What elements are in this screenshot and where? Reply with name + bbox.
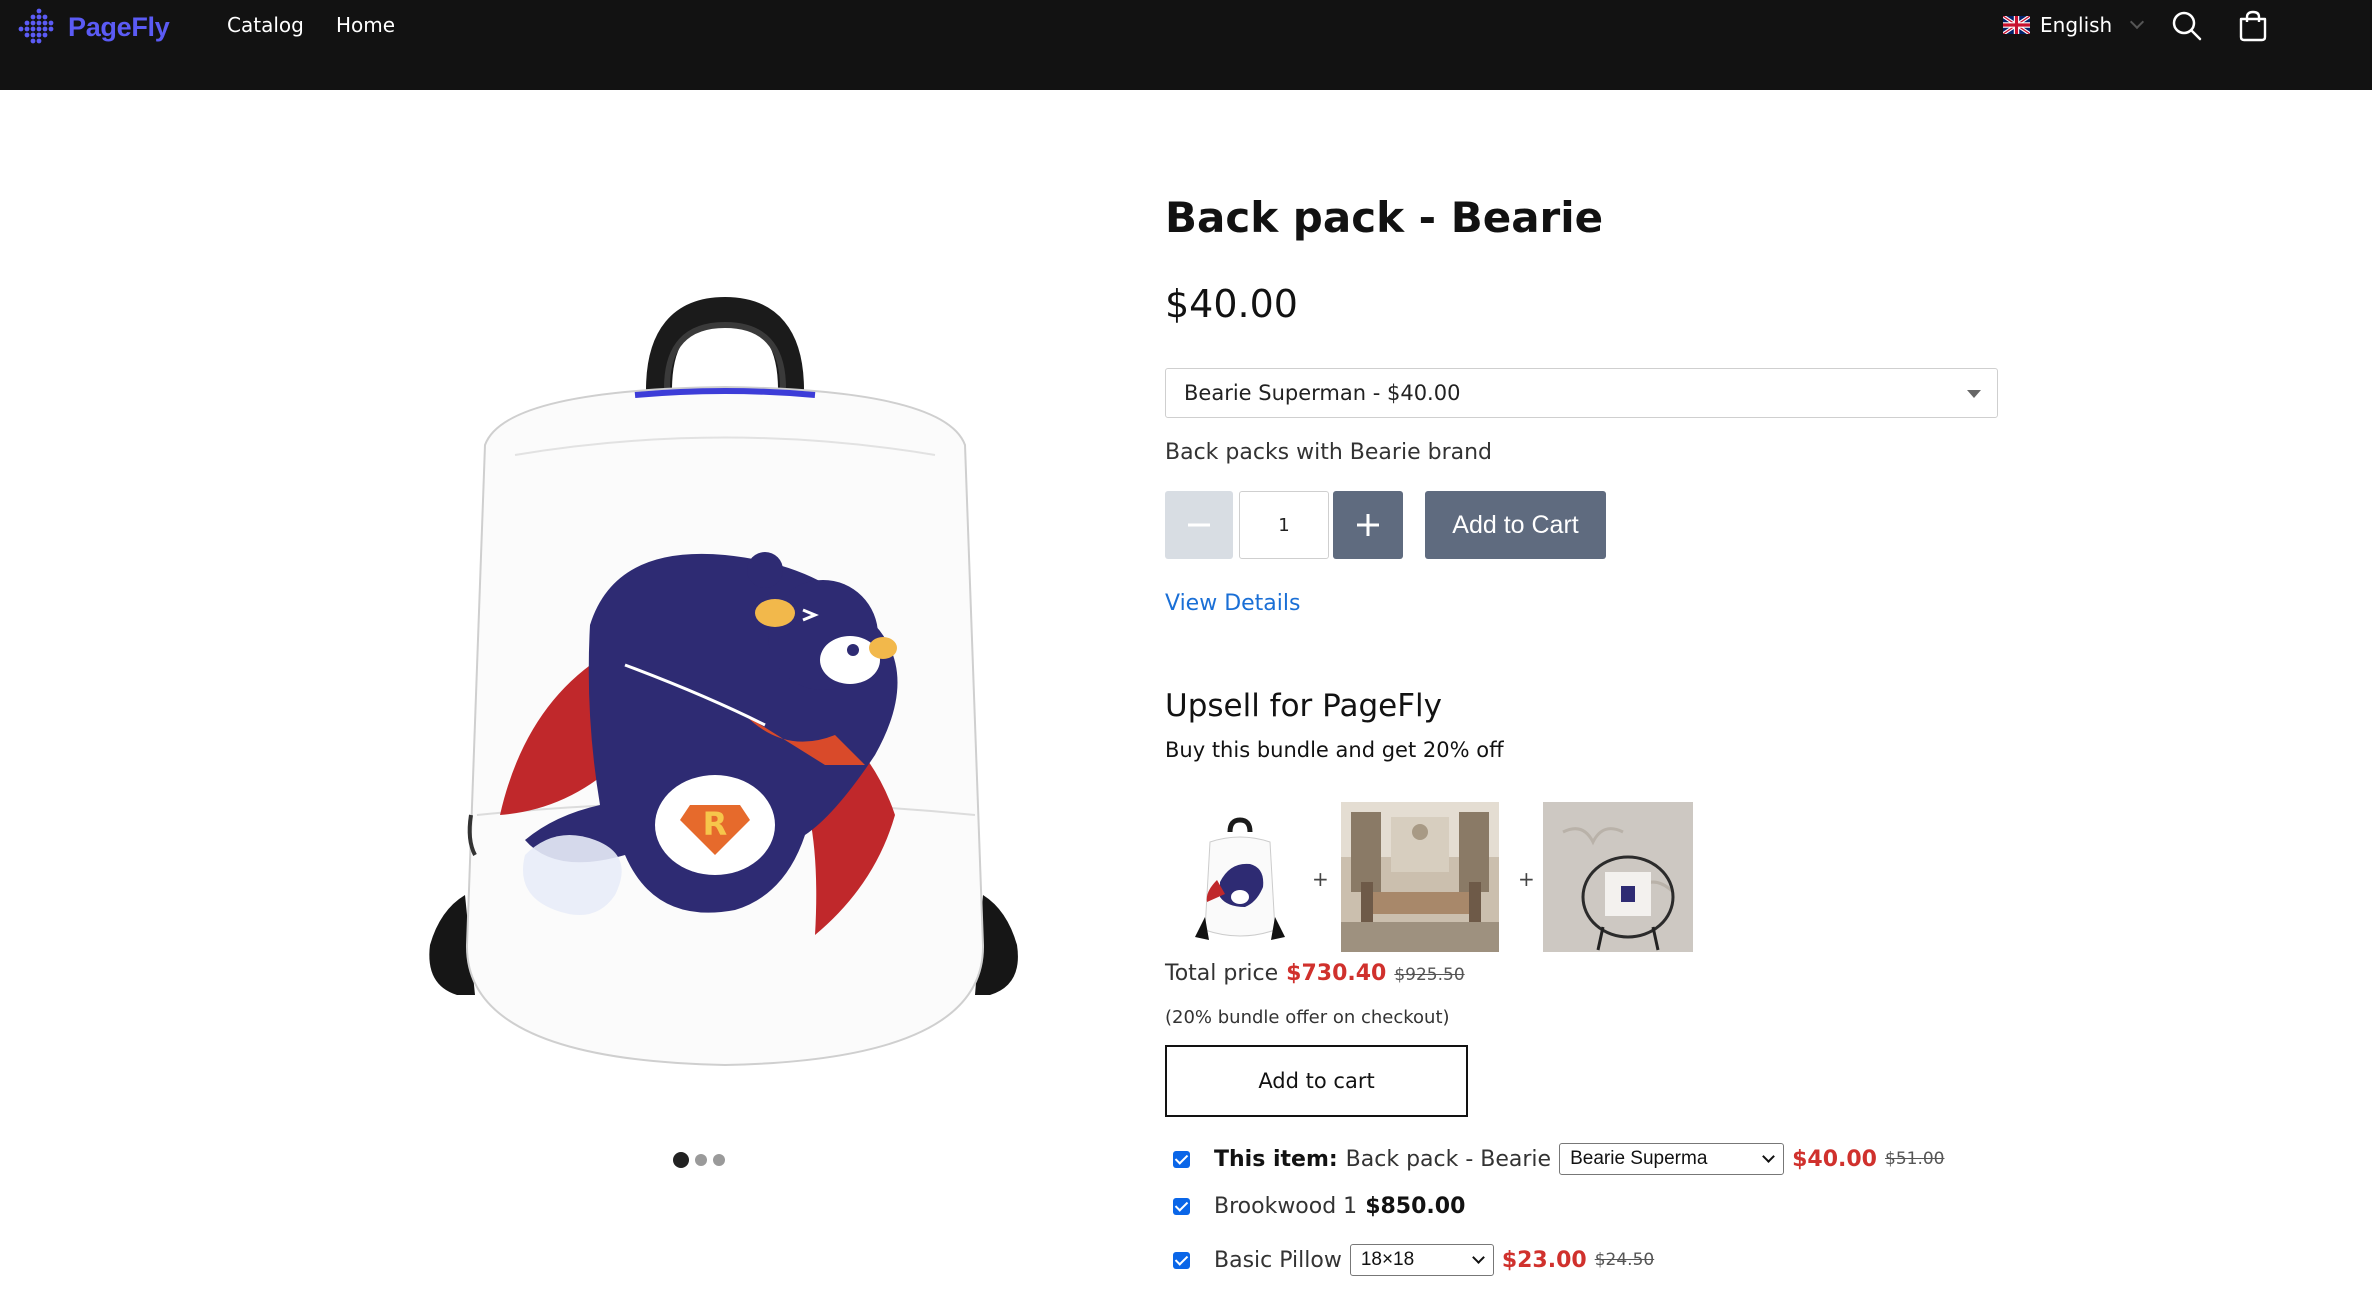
language-label: English	[2040, 13, 2113, 37]
bundle-thumb-backpack[interactable]	[1165, 802, 1315, 952]
bundle-item-option: 18×18	[1360, 1249, 1415, 1270]
cart-icon[interactable]	[2236, 9, 2270, 43]
bundle-item-checkbox[interactable]	[1173, 1251, 1190, 1269]
this-item-prefix: This item:	[1214, 1146, 1338, 1172]
quantity-value: 1	[1278, 514, 1290, 536]
product-price: $40.00	[1165, 282, 1298, 326]
bundle-item-row: Basic Pillow 18×18 $23.00 $24.50	[1173, 1244, 1654, 1276]
svg-text:R: R	[703, 805, 728, 843]
gallery-pagination	[673, 1152, 725, 1168]
bundle-item-name: Back pack - Bearie	[1345, 1146, 1552, 1172]
bundle-item-price: $23.00	[1501, 1247, 1587, 1273]
total-label: Total price	[1165, 961, 1279, 986]
quantity-input[interactable]: 1	[1239, 491, 1329, 559]
upsell-subtitle: Buy this bundle and get 20% off	[1165, 738, 1504, 762]
gallery-dot-3[interactable]	[713, 1154, 725, 1166]
bundle-thumb-dining-room[interactable]	[1341, 802, 1499, 952]
bundle-item-compare-price: $51.00	[1885, 1149, 1945, 1169]
nav-link-home[interactable]: Home	[336, 13, 395, 37]
bundle-item-checkbox[interactable]	[1173, 1150, 1190, 1168]
bundle-total: Total price $730.40 $925.50	[1165, 961, 1465, 986]
bundle-item-row: Brookwood 1 $850.00	[1173, 1194, 1465, 1219]
add-to-cart-button[interactable]: Add to Cart	[1425, 491, 1606, 559]
minus-icon	[1188, 523, 1210, 527]
bundle-item-variant-select[interactable]: 18×18	[1349, 1244, 1494, 1276]
bundle-thumb-pillow[interactable]	[1543, 802, 1693, 952]
search-icon[interactable]	[2170, 9, 2204, 43]
logo-link[interactable]: PageFly	[18, 6, 170, 48]
bundle-plus-sign: +	[1518, 867, 1535, 891]
bundle-item-compare-price: $24.50	[1594, 1250, 1655, 1270]
view-details-link[interactable]: View Details	[1165, 591, 1300, 616]
site-header: PageFly Catalog Home English	[0, 0, 2372, 90]
quantity-increase-button[interactable]	[1333, 491, 1403, 559]
upsell-title: Upsell for PageFly	[1165, 688, 1442, 724]
chevron-down-icon	[1471, 1251, 1485, 1264]
variant-select-value: Bearie Superman - $40.00	[1184, 381, 1461, 405]
bundle-item-name: Brookwood 1	[1214, 1194, 1358, 1219]
variant-select[interactable]: Bearie Superman - $40.00	[1165, 368, 1998, 418]
bundle-item-price: $40.00	[1792, 1146, 1877, 1172]
bundle-item-checkbox[interactable]	[1173, 1198, 1190, 1215]
caret-down-icon	[1967, 390, 1981, 398]
language-selector[interactable]: English	[2003, 13, 2145, 37]
total-compare-price: $925.50	[1394, 965, 1465, 985]
logo-text: PageFly	[68, 11, 170, 42]
bundle-item-row: This item: Back pack - Bearie Bearie Sup…	[1173, 1143, 1944, 1175]
total-price: $730.40	[1286, 961, 1387, 986]
bundle-plus-sign: +	[1312, 867, 1329, 891]
bundle-add-to-cart-button[interactable]: Add to cart	[1165, 1045, 1468, 1117]
gallery-dot-1[interactable]	[673, 1152, 689, 1168]
product-description: Back packs with Bearie brand	[1165, 440, 1493, 465]
bundle-note: (20% bundle offer on checkout)	[1165, 1007, 1450, 1028]
plus-icon	[1357, 514, 1379, 536]
bundle-item-option: Bearie Superma	[1570, 1148, 1708, 1169]
bundle-item-variant-select[interactable]: Bearie Superma	[1559, 1143, 1785, 1175]
nav-link-catalog[interactable]: Catalog	[227, 13, 304, 37]
bundle-item-name: Basic Pillow	[1214, 1247, 1342, 1273]
product-title: Back pack - Bearie	[1165, 193, 1604, 242]
uk-flag-icon	[2003, 16, 2030, 34]
gallery-dot-2[interactable]	[695, 1154, 707, 1166]
product-image-backpack: R	[429, 296, 1018, 1067]
chevron-down-icon	[1762, 1150, 1775, 1163]
chevron-down-icon	[2130, 14, 2145, 30]
bundle-item-price: $850.00	[1365, 1194, 1466, 1219]
quantity-decrease-button[interactable]	[1165, 491, 1233, 559]
pagefly-logo-icon	[18, 8, 54, 44]
